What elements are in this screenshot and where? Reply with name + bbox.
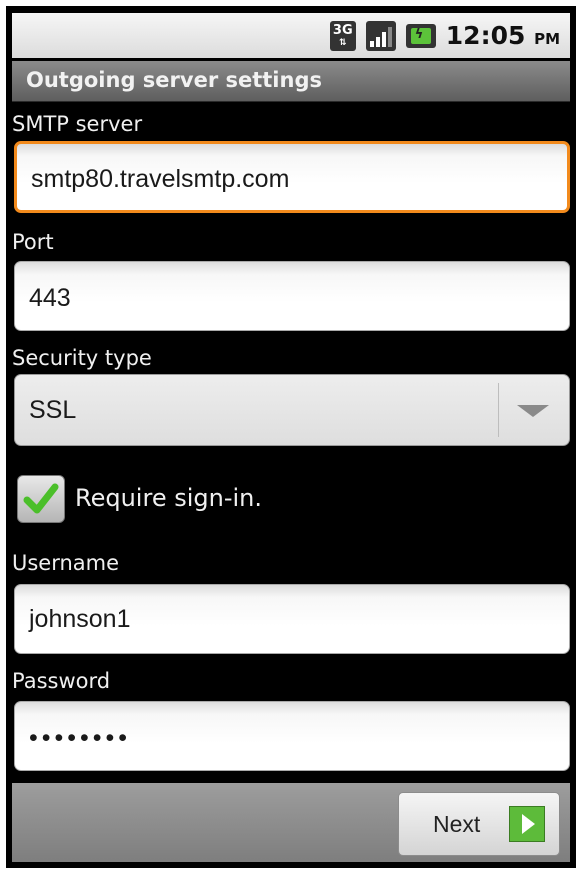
next-label: Next <box>433 811 481 837</box>
port-label: Port <box>12 230 54 254</box>
page-title: Outgoing server settings <box>26 68 322 92</box>
select-divider <box>498 383 499 437</box>
port-value: 443 <box>29 284 71 312</box>
smtp-server-value: smtp80.travelsmtp.com <box>31 165 290 193</box>
smtp-server-label: SMTP server <box>12 112 143 136</box>
username-label: Username <box>12 551 120 575</box>
security-type-select[interactable]: SSL <box>14 374 570 446</box>
security-type-label: Security type <box>12 346 152 370</box>
bottom-bar: Next <box>12 783 570 862</box>
clock: 12:05 PM <box>446 21 560 50</box>
require-signin-checkbox[interactable] <box>17 475 65 523</box>
password-input[interactable]: •••••••• <box>14 701 570 771</box>
clock-time: 12:05 <box>445 21 526 50</box>
status-bar: 3G ⇅ ϟ 12:05 PM <box>12 13 570 58</box>
security-type-value: SSL <box>29 396 77 424</box>
username-input[interactable]: johnson1 <box>14 584 570 654</box>
checkmark-icon <box>23 483 59 514</box>
next-button[interactable]: Next <box>398 792 560 856</box>
next-arrow-icon <box>509 806 545 842</box>
clock-ampm: PM <box>534 30 560 48</box>
battery-icon: ϟ <box>405 23 436 48</box>
require-signin-label: Require sign-in. <box>75 484 262 512</box>
signal-icon <box>365 20 396 51</box>
password-label: Password <box>12 669 111 693</box>
title-bar: Outgoing server settings <box>12 61 570 102</box>
dropdown-arrow-icon <box>517 405 549 417</box>
password-value: •••••••• <box>29 724 132 752</box>
smtp-server-input[interactable]: smtp80.travelsmtp.com <box>14 141 570 213</box>
username-value: johnson1 <box>29 605 131 633</box>
port-input[interactable]: 443 <box>14 261 570 331</box>
network-type: 3G <box>332 22 353 38</box>
network-3g-icon: 3G ⇅ <box>329 20 356 51</box>
